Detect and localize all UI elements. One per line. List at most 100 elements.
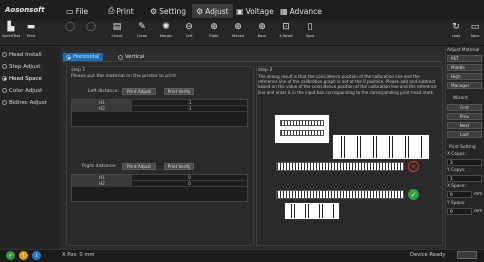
- step1-title: step 1: [71, 68, 86, 73]
- speedtest-icon: ▙: [7, 22, 15, 32]
- circle-icon: ◯: [64, 22, 76, 32]
- wrong-icon: ✕: [408, 161, 419, 172]
- speedtest-button[interactable]: ▙ SpeedTest: [2, 22, 20, 45]
- app-logo: Aosonsoft: [5, 6, 45, 14]
- x-space-label: X Space:: [447, 184, 466, 189]
- voltage-icon: ▣: [236, 6, 244, 16]
- sidebar-item-bidirec-adjust[interactable]: Bidirec Adjust: [2, 98, 58, 107]
- sidebar-item-color-adjust[interactable]: Color Adjust: [2, 86, 58, 95]
- wizard-next-button[interactable]: Next: [447, 122, 482, 129]
- wizard-first-button[interactable]: First: [447, 104, 482, 111]
- material-manager[interactable]: Manager: [447, 82, 482, 89]
- spot-button[interactable]: ▯ Spot: [301, 22, 319, 45]
- print-icon: ▬: [26, 22, 36, 32]
- wizard-prev-button[interactable]: Prev: [447, 113, 482, 120]
- menu-print[interactable]: ⎙ Print: [108, 4, 134, 18]
- print-tool-button[interactable]: ▬ Print: [22, 22, 40, 45]
- arrow-right-icon: ⊕: [210, 22, 218, 32]
- material-middle[interactable]: Middle: [447, 64, 482, 71]
- y-copys-label: Y Copys:: [447, 168, 466, 173]
- sidebar-item-head-space[interactable]: Head Space: [2, 74, 58, 83]
- circle-tool-b[interactable]: ◯: [82, 22, 100, 45]
- moved-button[interactable]: ⊕ Moved: [229, 22, 247, 45]
- right-print-adjust-button[interactable]: Print Adjust: [122, 163, 156, 170]
- right-button[interactable]: ⊕ Right: [205, 22, 223, 45]
- arrow-left-icon: ⊖: [185, 22, 193, 32]
- status-warning-icon[interactable]: !: [19, 251, 28, 260]
- radio-icon: [2, 52, 7, 57]
- menu-file[interactable]: ▭ File: [66, 4, 88, 18]
- reload-icon: ↻: [452, 22, 460, 32]
- radio-icon: [2, 88, 7, 93]
- clean-icon: ✎: [138, 22, 146, 32]
- print-setting-title: Print Setting: [449, 145, 476, 150]
- x-space-unit: mm: [474, 192, 483, 197]
- radio-selected-icon: [66, 54, 71, 60]
- right-print-verify-button[interactable]: Print Verify: [164, 163, 194, 170]
- material-high[interactable]: High: [447, 73, 482, 80]
- load-button[interactable]: ↻ Load: [447, 22, 465, 45]
- advance-icon: ▦: [280, 6, 288, 16]
- left-h2-value[interactable]: -1: [132, 106, 247, 112]
- calibration-stripe: [280, 120, 324, 126]
- wizard-last-button[interactable]: Last: [447, 131, 482, 138]
- material-pet[interactable]: PET: [447, 55, 482, 62]
- step2-title: step 2: [258, 68, 273, 73]
- margin-button[interactable]: ✺ Margin: [157, 22, 175, 45]
- adjust-material-title: Adjust Material: [447, 48, 480, 53]
- pattern-frame: [274, 114, 330, 144]
- connection-indicator: [457, 251, 477, 259]
- radio-icon: [118, 54, 123, 60]
- y-space-unit: mm: [474, 209, 483, 214]
- y-copys-input[interactable]: 1: [447, 175, 482, 182]
- gear-icon: ⚙: [150, 6, 158, 16]
- right-distance-label: Right distance:: [82, 164, 117, 169]
- correct-icon: ✓: [408, 189, 419, 200]
- step2-instruction: The wrong result is that the coincidence…: [258, 74, 437, 95]
- adjust-icon: ⚙: [196, 6, 204, 16]
- left-distance-label: Left distance:: [88, 89, 120, 94]
- clean-button[interactable]: ✎ Clean: [133, 22, 151, 45]
- sidebar-item-head-install[interactable]: Head Install: [2, 50, 58, 59]
- left-button[interactable]: ⊖ Left: [180, 22, 198, 45]
- menu-setting[interactable]: ⚙ Setting: [150, 4, 186, 18]
- tab-vertical[interactable]: Vertical: [118, 53, 144, 61]
- x-copys-label: X Copys:: [447, 152, 466, 157]
- calibration-stripe: [280, 130, 324, 136]
- menu-adjust[interactable]: ⚙ Adjust: [192, 4, 233, 18]
- position-readout: X Pos: 0 mm: [62, 252, 95, 258]
- y-space-label: Y Space:: [447, 201, 466, 206]
- radio-icon: [2, 64, 7, 69]
- back-button[interactable]: ⊕ Back: [253, 22, 271, 45]
- save-button[interactable]: ▭ Save: [466, 22, 484, 45]
- status-ok-icon[interactable]: ✓: [6, 251, 15, 260]
- sidebar-item-step-adjust[interactable]: Step Adjust: [2, 62, 58, 71]
- menu-voltage[interactable]: ▣ Voltage: [236, 4, 274, 18]
- check-button[interactable]: ▤ Check: [108, 22, 126, 45]
- wizard-title: Wizard: [453, 96, 468, 101]
- left-print-adjust-button[interactable]: Print Adjust: [122, 88, 156, 95]
- check-icon: ▤: [112, 22, 122, 32]
- correct-result-stripe: [276, 190, 404, 199]
- y-space-input[interactable]: 0: [447, 208, 472, 215]
- calibration-illustration: ✕ ✓: [270, 112, 432, 222]
- menu-advance[interactable]: ▦ Advance: [280, 4, 322, 18]
- device-status: Device Ready: [410, 252, 446, 258]
- tab-horizontal[interactable]: Horizontal: [63, 53, 103, 61]
- printer-icon: ⎙: [108, 6, 115, 15]
- table-row-label: H2: [72, 106, 132, 112]
- right-h2-value[interactable]: 0: [132, 181, 247, 187]
- x-reset-button[interactable]: ⊡ X-Reset: [277, 22, 295, 45]
- x-reset-icon: ⊡: [282, 22, 290, 32]
- table-row-label: H2: [72, 181, 132, 187]
- arrow-up-icon: ⊕: [258, 22, 266, 32]
- circle-tool-a[interactable]: ◯: [61, 22, 79, 45]
- x-copys-input[interactable]: 3: [447, 159, 482, 166]
- folder-icon: ▭: [66, 6, 74, 16]
- circle-icon: ◯: [85, 22, 97, 32]
- radio-selected-icon: [2, 76, 7, 81]
- x-space-input[interactable]: 0: [447, 191, 472, 198]
- arrow-down-icon: ⊕: [234, 22, 242, 32]
- left-print-verify-button[interactable]: Print Verify: [164, 88, 194, 95]
- status-info-icon[interactable]: i: [32, 251, 41, 260]
